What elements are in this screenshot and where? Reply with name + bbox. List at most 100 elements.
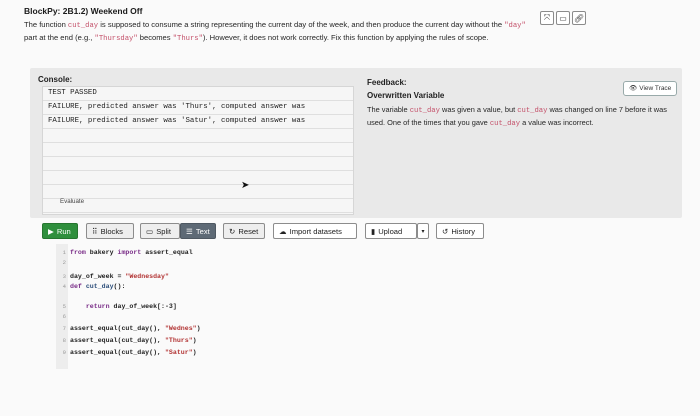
eye-icon: 👁︎ [629,85,638,92]
reset-icon: ↻ [229,226,236,236]
code-token: day_of_week[:-3] [113,303,177,310]
code-token: day_of_week [70,273,118,280]
link-icon[interactable]: 🔗︎ [572,11,586,25]
blocks-label: Blocks [100,226,123,236]
code-token: return [85,303,114,310]
page-title: BlockPy: 2B1.2) Weekend Off [24,6,143,16]
code-token: "Satur" [164,349,193,356]
line-number: 5 [62,303,66,310]
inline-code: cut_day [67,22,99,30]
line-number: 1 [62,249,66,256]
code-token: import [117,249,146,256]
code-token: assert_equal(cut_day(), [70,349,165,356]
upload-button[interactable]: ▮ Upload [365,223,417,239]
console-output[interactable]: TEST PASSED FAILURE, predicted answer was… [42,86,354,215]
console-line [43,129,353,143]
code-token: "Thurs" [164,337,193,344]
line-number: 7 [62,325,66,332]
header-icons: ⤧ ▭ 🔗︎ [540,11,586,25]
code-line: 8 assert_equal(cut_day(), "Thurs") [56,336,197,346]
code-line: 3 day_of_week = "Wednesday" [56,272,169,282]
text-segment: The variable [367,105,410,114]
inline-code: "day" [504,22,526,30]
line-number: 3 [62,273,66,280]
text-segment: ). However, it does not work correctly. … [202,33,489,43]
code-line: 6 [56,312,70,322]
code-token: assert_equal [145,249,193,256]
window-icon[interactable]: ▭ [556,11,570,25]
text-segment: becomes [137,33,173,43]
text-view-button[interactable]: ☰ Text [180,223,216,239]
inline-code: cut_day [517,107,548,115]
feedback-title: Overwritten Variable [367,91,445,100]
view-trace-button[interactable]: 👁︎ View Trace [623,81,678,96]
code-token: assert_equal(cut_day(), [70,337,165,344]
shrink-icon[interactable]: ⤧ [540,11,554,25]
run-label: Run [56,226,71,236]
line-number: 8 [62,337,66,344]
caret-down-icon: ▾ [421,228,425,235]
code-token: ) [192,349,197,356]
split-icon: ▭ [146,226,154,236]
code-line: 1 from bakery import assert_equal [56,248,193,258]
console-line [43,171,353,185]
text-segment: was given a value, but [439,105,518,114]
text-segment: The function [24,20,68,29]
code-line: 2 [56,258,70,268]
console-label: Console: [38,75,73,84]
code-token: ) [192,337,197,344]
view-trace-label: View Trace [639,85,672,92]
console-line [43,157,353,171]
upload-dropdown-button[interactable]: ▾ [417,223,429,239]
evaluate-button[interactable]: Evaluate [60,198,84,205]
play-icon: ▶ [48,226,54,236]
problem-description: The function cut_day is supposed to cons… [24,19,539,46]
blocks-view-button[interactable]: ⠿ Blocks [86,223,134,239]
console-line [43,143,353,157]
inline-code: cut_day [409,107,440,115]
line-number: 2 [62,259,66,266]
upload-label: Upload [378,226,403,236]
console-line: FAILURE, predicted answer was 'Thurs', c… [43,101,353,115]
mouse-cursor-icon: ➤ [241,180,250,191]
split-label: Split [156,226,171,236]
console-line [43,199,353,213]
code-token: "Wednesday" [125,273,169,280]
inline-code: "Thursday" [94,35,138,44]
cloud-icon: ☁ [279,226,287,236]
code-line: 4 def cut_day(): [56,282,126,292]
history-button[interactable]: ↺ History [436,223,484,239]
split-view-button[interactable]: ▭ Split [140,223,180,239]
code-token: from [70,249,90,256]
file-icon: ▮ [371,226,376,236]
reset-label: Reset [238,226,259,236]
line-number: 9 [62,349,66,356]
feedback-label: Feedback: [367,78,407,87]
code-editor[interactable]: 1 from bakery import assert_equal 2 3 day_of… [56,244,486,369]
code-token: cut_day [85,283,114,290]
feedback-body: The variable cut_day was given a value, … [367,104,685,131]
line-number: 4 [62,283,66,290]
text-segment: is supposed to consume a string represen… [98,20,505,29]
text-icon: ☰ [186,226,193,236]
inline-code: cut_day [489,120,521,129]
code-line: 7 assert_equal(cut_day(), "Wednes") [56,324,201,334]
text-label: Text [195,226,210,236]
run-button[interactable]: ▶ Run [42,223,78,239]
blockpy-page: BlockPy: 2B1.2) Weekend Off The function… [0,0,700,416]
console-line: TEST PASSED [43,87,353,101]
code-token: "Wednes" [164,325,197,332]
reset-button[interactable]: ↻ Reset [223,223,265,239]
history-icon: ↺ [442,226,449,236]
import-datasets-button[interactable]: ☁ Import datasets [273,223,357,239]
code-token: ) [196,325,201,332]
code-line: 5 return day_of_week[:-3] [56,302,177,312]
blocks-icon: ⠿ [92,226,98,236]
import-datasets-label: Import datasets [289,226,342,236]
console-line: FAILURE, predicted answer was 'Satur', c… [43,115,353,129]
console-line [43,185,353,199]
code-token: bakery [89,249,118,256]
inline-code: "Thurs" [172,35,203,44]
code-token: assert_equal(cut_day(), [70,325,165,332]
text-segment: part at the end (e.g., [24,33,95,43]
